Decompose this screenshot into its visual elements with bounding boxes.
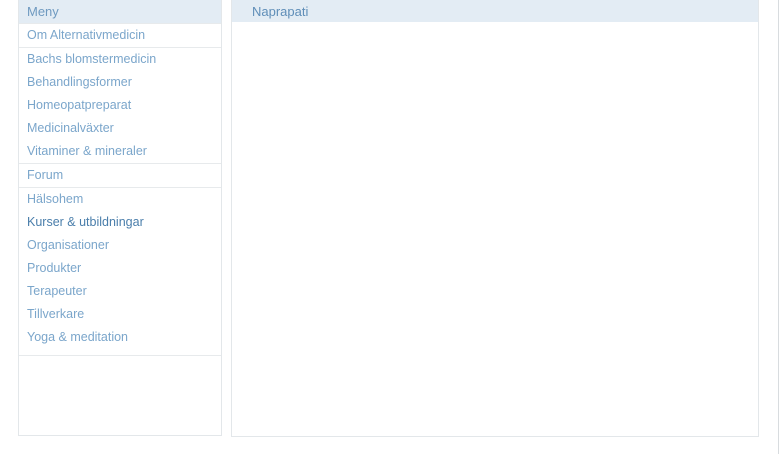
menu-group-intro: Om Alternativmedicin <box>19 23 221 47</box>
menu-item-medicinalvaxter[interactable]: Medicinalväxter <box>19 117 221 140</box>
menu-group-forum: Forum <box>19 163 221 187</box>
menu-item-terapeuter[interactable]: Terapeuter <box>19 280 221 303</box>
menu-item-produkter[interactable]: Produkter <box>19 257 221 280</box>
menu-item-halsohem[interactable]: Hälsohem <box>19 188 221 211</box>
menu-item-bachs-blomstermedicin[interactable]: Bachs blomstermedicin <box>19 48 221 71</box>
menu-item-vitaminer-mineraler[interactable]: Vitaminer & mineraler <box>19 140 221 163</box>
sidebar-menu: Meny Om Alternativmedicin Bachs blomster… <box>18 0 222 436</box>
menu-item-organisationer[interactable]: Organisationer <box>19 234 221 257</box>
menu-item-homeopatpreparat[interactable]: Homeopatpreparat <box>19 94 221 117</box>
page-title: Naprapati <box>232 0 758 22</box>
menu-group-topics: Bachs blomstermedicin Behandlingsformer … <box>19 47 221 163</box>
page: Meny Om Alternativmedicin Bachs blomster… <box>0 0 781 454</box>
menu-item-forum[interactable]: Forum <box>19 164 221 187</box>
page-edge-divider <box>778 0 779 454</box>
menu-item-om-alternativmedicin[interactable]: Om Alternativmedicin <box>19 24 221 47</box>
main-content-panel: Naprapati <box>231 0 759 437</box>
menu-item-yoga-meditation[interactable]: Yoga & meditation <box>19 326 221 349</box>
menu-item-tillverkare[interactable]: Tillverkare <box>19 303 221 326</box>
menu-item-behandlingsformer[interactable]: Behandlingsformer <box>19 71 221 94</box>
sidebar-title: Meny <box>19 0 221 23</box>
menu-group-directory: Hälsohem Kurser & utbildningar Organisat… <box>19 187 221 356</box>
menu-item-kurser-utbildningar[interactable]: Kurser & utbildningar <box>19 211 221 234</box>
